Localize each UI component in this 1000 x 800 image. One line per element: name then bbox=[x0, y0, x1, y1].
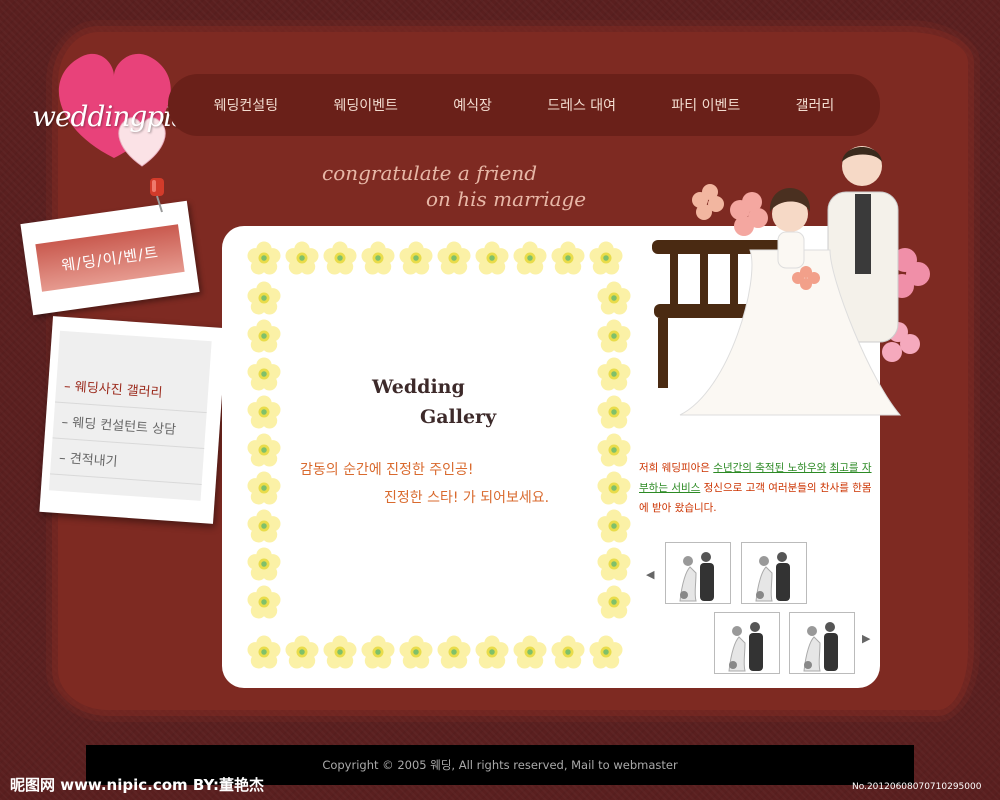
section-badge: 웨/딩/이/벤/트 bbox=[35, 224, 185, 292]
gallery-title: Wedding Gallery bbox=[372, 372, 496, 432]
nav-wedding-event[interactable]: 웨딩이벤트 bbox=[333, 95, 397, 115]
main-nav: 웨딩컨설팅 웨딩이벤트 예식장 드레스 대여 파티 이벤트 갤러리 bbox=[168, 74, 880, 136]
gallery-thumbnail-4[interactable] bbox=[789, 612, 855, 674]
nav-wedding-hall[interactable]: 예식장 bbox=[453, 95, 492, 115]
watermark-right: No.20120608070710295000 bbox=[852, 782, 982, 792]
section-badge-label: 웨/딩/이/벤/트 bbox=[60, 242, 160, 275]
slogan-line2: 진정한 스타! 가 되어보세요. bbox=[384, 490, 550, 506]
nav-dress-rental[interactable]: 드레스 대여 bbox=[547, 95, 616, 115]
tagline-line1: congratulate a friend bbox=[322, 161, 538, 185]
tagline-line2: on his marriage bbox=[426, 187, 587, 211]
logo[interactable]: weddingpia bbox=[14, 38, 194, 168]
couple-photo-icon bbox=[679, 552, 714, 602]
nav-wedding-consulting[interactable]: 웨딩컨설팅 bbox=[214, 95, 278, 115]
logo-text: weddingpia bbox=[32, 100, 188, 133]
nav-gallery[interactable]: 갤러리 bbox=[796, 95, 835, 115]
pushpin-icon bbox=[150, 178, 164, 213]
side-menu: – 웨딩사진 갤러리 – 웨딩 컨설턴트 상담 – 견적내기 bbox=[48, 330, 212, 501]
couple-photo-icon bbox=[803, 622, 838, 672]
gallery-title-line1: Wedding bbox=[372, 376, 465, 398]
gallery-thumbnail-2[interactable] bbox=[741, 542, 807, 604]
couple-photo-icon bbox=[728, 622, 763, 672]
slogan-line1: 감동의 순간에 진정한 주인공! bbox=[300, 462, 474, 478]
desc-part1: 저희 웨딩피아은 bbox=[639, 462, 714, 474]
tagline: congratulate a friend on his marriage bbox=[322, 160, 586, 212]
couple-photo-icon bbox=[755, 552, 790, 602]
gallery-title-line2: Gallery bbox=[420, 406, 497, 428]
gallery-thumbnail-3[interactable] bbox=[714, 612, 780, 674]
side-menu-card: – 웨딩사진 갤러리 – 웨딩 컨설턴트 상담 – 견적내기 bbox=[39, 316, 227, 524]
wedding-couple-illustration bbox=[652, 146, 930, 416]
nav-party-event[interactable]: 파티 이벤트 bbox=[671, 95, 740, 115]
flower-border-decoration bbox=[247, 241, 631, 669]
gallery-slogan: 감동의 순간에 진정한 주인공! 진정한 스타! 가 되어보세요. bbox=[300, 456, 549, 512]
thumbnail-prev-arrow[interactable]: ◀ bbox=[646, 568, 654, 581]
copyright-text: Copyright © 2005 웨딩, All rights reserved… bbox=[322, 758, 678, 772]
company-description: 저희 웨딩피아은 수년간의 축적된 노하우와 최고를 자부하는 서비스 정신으로… bbox=[639, 458, 879, 518]
gallery-thumbnail-1[interactable] bbox=[665, 542, 731, 604]
desc-highlight1: 수년간의 축적된 노하우와 bbox=[713, 462, 827, 474]
watermark-left: 昵图网 www.nipic.com BY:董艳杰 bbox=[10, 776, 265, 794]
thumbnail-next-arrow[interactable]: ▶ bbox=[862, 632, 870, 645]
